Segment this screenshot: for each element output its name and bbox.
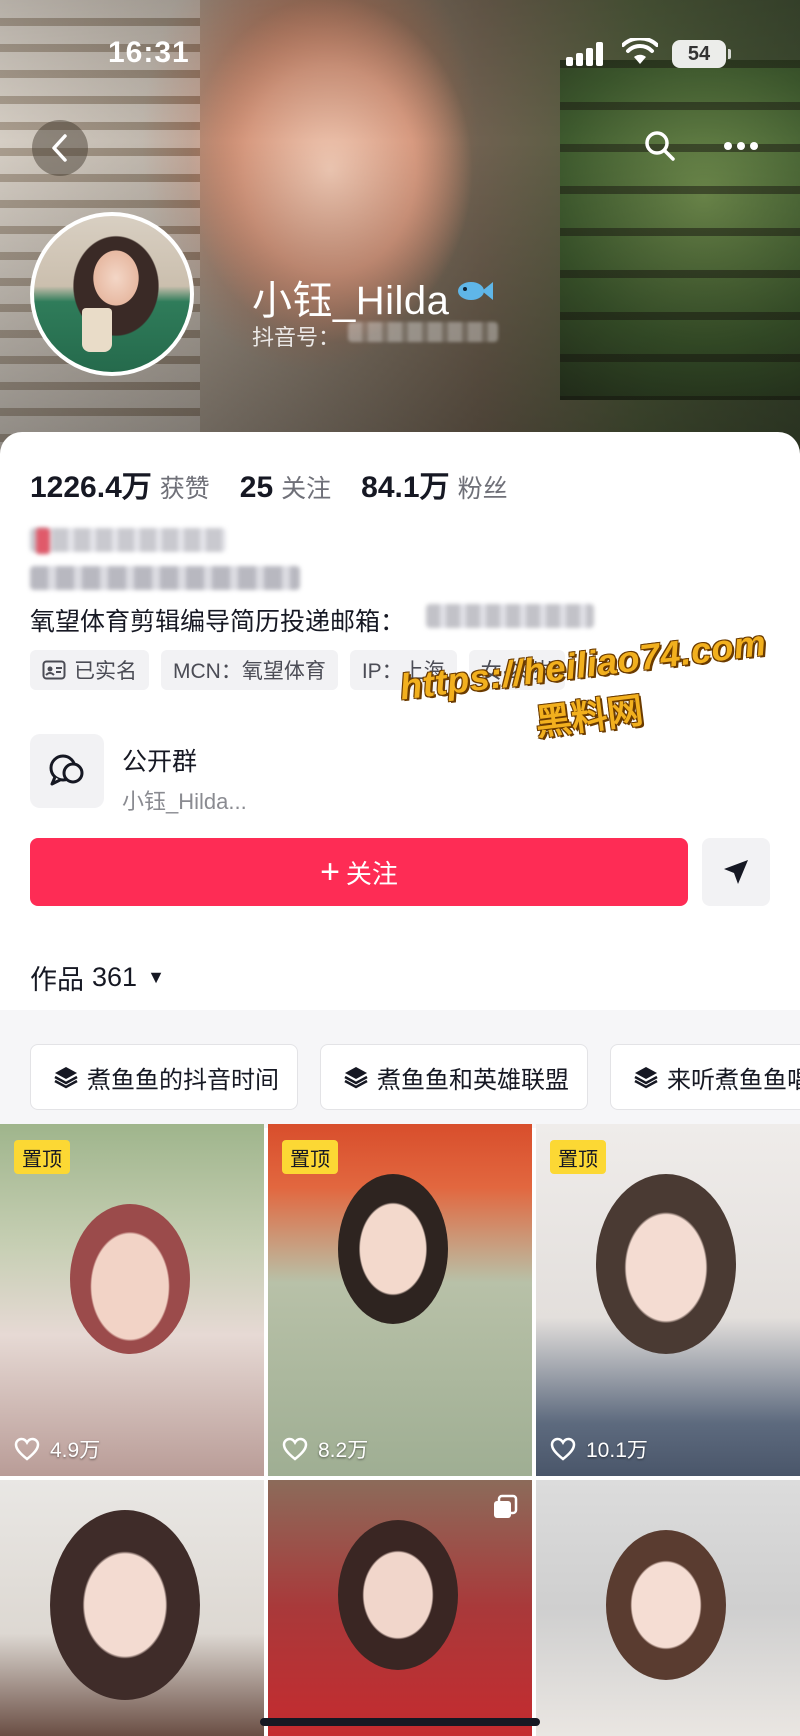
- send-icon: [724, 860, 748, 884]
- watermark-overlay: https://heiliao74.com 黑料网: [398, 622, 776, 762]
- pinned-badge: 置顶: [282, 1140, 338, 1174]
- bio-line: 氧望体育剪辑编导简历投递邮箱：: [30, 608, 406, 636]
- video-thumbnail[interactable]: 置顶 8.2万: [268, 1124, 532, 1476]
- collection-chip[interactable]: 煮鱼鱼的抖音时间: [30, 1044, 298, 1110]
- stat-likes: 1226.4万 获赞: [30, 462, 210, 506]
- tag-mcn-label: MCN：氧望体育: [173, 660, 326, 683]
- multi-image-icon: [494, 1494, 518, 1518]
- search-button[interactable]: [638, 124, 682, 168]
- likes-value: 10.1万: [586, 1439, 648, 1462]
- video-thumbnail[interactable]: 置顶 4.9万: [0, 1124, 264, 1476]
- group-title: 公开群: [122, 748, 198, 776]
- tag-verified-label: 已实名: [74, 660, 137, 683]
- search-icon: [645, 131, 675, 161]
- status-time: 16:31: [108, 36, 190, 69]
- collections-row: 煮鱼鱼的抖音时间 煮鱼鱼和英雄联盟 来听煮鱼鱼唱: [0, 1010, 800, 1128]
- layers-icon: [344, 1067, 368, 1089]
- stat-following[interactable]: 25 关注: [240, 469, 331, 505]
- thumbnail-subject: [606, 1530, 726, 1680]
- pinned-badge: 置顶: [550, 1140, 606, 1174]
- avatar[interactable]: [30, 212, 194, 376]
- stats-row: 1226.4万 获赞 25 关注 84.1万 粉丝: [30, 462, 538, 506]
- avatar-cup: [82, 308, 112, 352]
- thumbnail-subject: [338, 1174, 448, 1324]
- stat-likes-label: 获赞: [159, 475, 210, 503]
- stat-followers-label: 粉丝: [457, 475, 508, 503]
- bio-email-redacted: [426, 604, 594, 628]
- home-indicator[interactable]: [260, 1718, 540, 1726]
- public-group-card[interactable]: 公开群 小钰_Hilda...: [30, 722, 430, 814]
- pinned-badge: 置顶: [14, 1140, 70, 1174]
- tag-mcn[interactable]: MCN：氧望体育: [161, 650, 338, 690]
- likes-count: 8.2万: [282, 1434, 368, 1464]
- heart-icon: [282, 1437, 308, 1461]
- video-thumbnail[interactable]: 置顶 10.1万: [536, 1124, 800, 1476]
- thumbnail-subject: [50, 1510, 200, 1700]
- display-name: 小钰_Hilda: [252, 279, 450, 323]
- likes-value: 8.2万: [318, 1439, 369, 1462]
- stat-following-value: 25: [239, 471, 274, 504]
- heart-icon: [550, 1437, 576, 1461]
- stat-likes-value: 1226.4万: [30, 471, 152, 504]
- id-card-icon: [42, 660, 66, 680]
- heart-icon: [14, 1437, 40, 1461]
- layers-icon: [54, 1067, 78, 1089]
- thumbnail-subject: [70, 1204, 190, 1354]
- stat-followers[interactable]: 84.1万 粉丝: [361, 462, 507, 506]
- more-button[interactable]: [716, 124, 766, 168]
- follow-plus-icon: +: [320, 853, 340, 891]
- collection-chip-label: 煮鱼鱼和英雄联盟: [377, 1066, 569, 1094]
- layers-icon: [634, 1067, 658, 1089]
- works-label: 作品: [30, 965, 84, 995]
- caret-down-icon: ▼: [147, 967, 165, 987]
- video-thumbnail[interactable]: [0, 1480, 264, 1736]
- battery-icon: 54: [672, 40, 731, 68]
- back-button[interactable]: [32, 120, 88, 176]
- collection-chip-label: 来听煮鱼鱼唱: [667, 1066, 800, 1094]
- stat-following-label: 关注: [281, 475, 332, 503]
- back-icon: [52, 134, 67, 162]
- follow-button[interactable]: + 关注: [30, 838, 688, 906]
- collection-chip[interactable]: 煮鱼鱼和英雄联盟: [320, 1044, 588, 1110]
- collection-chip[interactable]: 来听煮鱼鱼唱: [610, 1044, 800, 1110]
- bio-line-redacted-emoji: [36, 528, 50, 554]
- share-button[interactable]: [702, 838, 770, 906]
- thumbnail-subject: [338, 1520, 458, 1670]
- follow-label: 关注: [345, 858, 398, 889]
- wifi-icon: [622, 38, 658, 64]
- collection-chip-label: 煮鱼鱼的抖音时间: [87, 1066, 279, 1094]
- works-tab[interactable]: 作品 361 ▼: [30, 958, 165, 997]
- tag-verified[interactable]: 已实名: [30, 650, 149, 690]
- likes-value: 4.9万: [50, 1439, 101, 1462]
- video-thumbnail[interactable]: [536, 1480, 800, 1736]
- signal-icon: [566, 42, 610, 66]
- stat-followers-value: 84.1万: [361, 471, 450, 504]
- bio-line-redacted-2: [30, 566, 300, 590]
- douyin-id-value-redacted: [348, 322, 498, 342]
- fish-badge-icon: [458, 282, 493, 300]
- bio-line-redacted-1: [30, 528, 226, 552]
- douyin-id-label: 抖音号：: [252, 325, 341, 350]
- works-count: 361: [92, 962, 138, 992]
- group-icon-box: [30, 734, 104, 808]
- group-subtitle: 小钰_Hilda...: [122, 789, 247, 814]
- more-icon: [724, 142, 758, 150]
- likes-count: 4.9万: [14, 1434, 100, 1464]
- status-bar: 16:31 54: [0, 36, 800, 76]
- likes-count: 10.1万: [550, 1434, 648, 1464]
- video-thumbnail[interactable]: [268, 1480, 532, 1736]
- thumbnail-subject: [596, 1174, 736, 1354]
- video-grid: 置顶 4.9万 置顶 8.2万 置顶 10.1万: [0, 1124, 800, 1736]
- chat-bubbles-icon: [49, 754, 84, 786]
